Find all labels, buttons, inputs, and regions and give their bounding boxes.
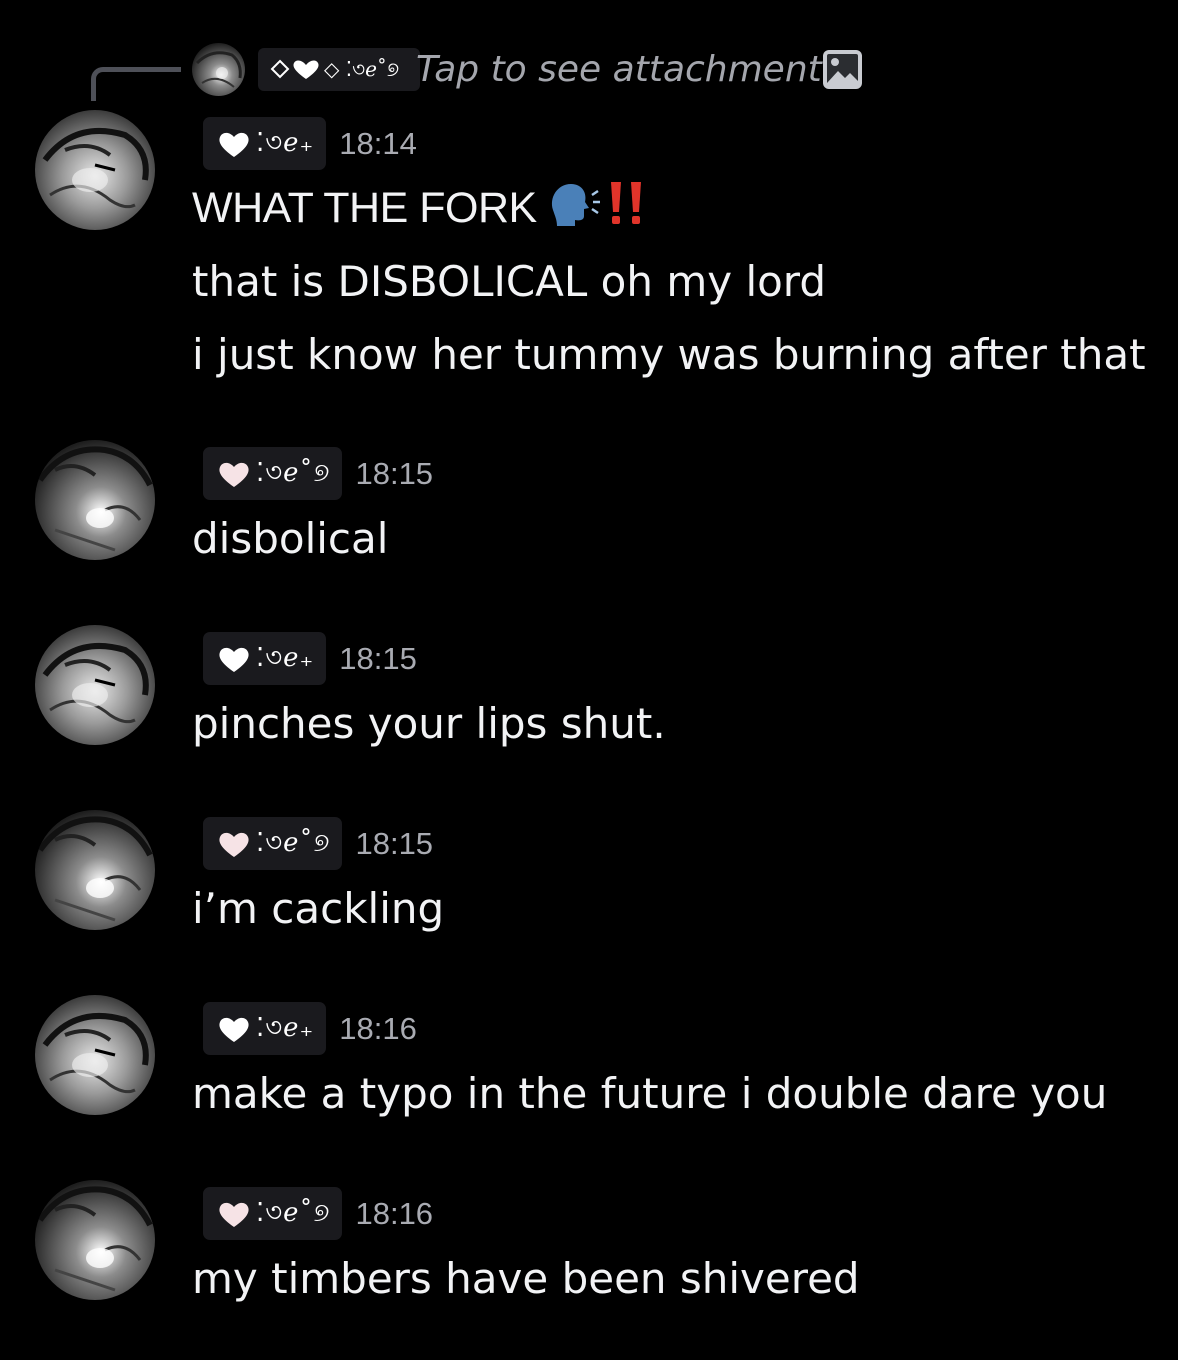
- heart-icon: [219, 832, 249, 857]
- timestamp[interactable]: 18:16: [355, 1196, 433, 1232]
- image-icon: [822, 49, 863, 90]
- heart-icon: [219, 647, 249, 672]
- message-line: WHAT THE FORK: [192, 172, 1138, 245]
- timestamp[interactable]: 18:15: [355, 826, 433, 862]
- speaking-head-icon: [551, 184, 600, 226]
- message-content: my timbers have been shivered: [192, 1242, 1138, 1315]
- heart-icon: [219, 1017, 249, 1042]
- username[interactable]: ⁚৩ℯ₊: [203, 117, 327, 170]
- username-text: ⁚৩ℯ₊: [256, 127, 315, 158]
- message-line: pinches your lips shut.: [192, 699, 666, 748]
- username[interactable]: ⁚৩ℯ˚୭: [203, 817, 343, 870]
- message-header: ⁚৩ℯ₊ 18:16: [203, 1002, 417, 1055]
- username-text: ⁚৩ℯ₊: [256, 1012, 315, 1043]
- message-content: make a typo in the future i double dare …: [192, 1057, 1138, 1130]
- message-content: disbolical: [192, 502, 1138, 575]
- username-text: ⁚৩ℯ˚୭: [256, 1197, 331, 1228]
- message-line: i’m cackling: [192, 884, 445, 933]
- timestamp[interactable]: 18:15: [339, 641, 417, 677]
- username-text: ⁚৩ℯ₊: [256, 642, 315, 673]
- message-content: pinches your lips shut.: [192, 687, 1138, 760]
- reply-connector: [91, 67, 181, 101]
- username[interactable]: ⁚৩ℯ˚୭: [203, 447, 343, 500]
- double-exclamation-icon: [610, 182, 641, 224]
- svg-text:◇ ⁚৩ℯ˚୭: ◇ ⁚৩ℯ˚୭: [324, 57, 399, 81]
- message-header: ⁚৩ℯ˚୭ 18:16: [203, 1187, 433, 1240]
- heart-icon: [219, 462, 249, 487]
- reply-reference[interactable]: ◇ ⁚৩ℯ˚୭ Tap to see attachment: [0, 40, 1178, 102]
- username-text: ⁚৩ℯ˚୭: [256, 827, 331, 858]
- avatar[interactable]: [35, 1180, 155, 1300]
- timestamp[interactable]: 18:14: [339, 126, 417, 162]
- message-header: ⁚৩ℯ₊ 18:14: [203, 117, 417, 170]
- message-line: i just know her tummy was burning after …: [192, 330, 1146, 379]
- reply-preview-text[interactable]: Tap to see attachment: [416, 46, 822, 94]
- message-line-text: WHAT THE FORK: [192, 184, 537, 232]
- avatar[interactable]: [35, 440, 155, 560]
- username[interactable]: ⁚৩ℯ₊: [203, 1002, 327, 1055]
- heart-icon: [219, 1202, 249, 1227]
- message-content: WHAT THE FORK that is DISBOLICAL oh my l…: [192, 172, 1146, 391]
- username-text: ⁚৩ℯ˚୭: [256, 457, 331, 488]
- reply-name-decoration-icon: ◇ ⁚৩ℯ˚୭: [270, 57, 399, 81]
- message-header: ⁚৩ℯ₊ 18:15: [203, 632, 417, 685]
- timestamp[interactable]: 18:16: [339, 1011, 417, 1047]
- username[interactable]: ⁚৩ℯ˚୭: [203, 1187, 343, 1240]
- avatar[interactable]: [35, 625, 155, 745]
- message-header: ⁚৩ℯ˚୭ 18:15: [203, 447, 433, 500]
- message-content: i’m cackling: [192, 872, 1138, 945]
- avatar[interactable]: [35, 110, 155, 230]
- username[interactable]: ⁚৩ℯ₊: [203, 632, 327, 685]
- message-line: that is DISBOLICAL oh my lord: [192, 257, 826, 306]
- message-line: make a typo in the future i double dare …: [192, 1069, 1108, 1118]
- timestamp[interactable]: 18:15: [355, 456, 433, 492]
- message-line: disbolical: [192, 514, 389, 563]
- avatar[interactable]: [35, 810, 155, 930]
- message-header: ⁚৩ℯ˚୭ 18:15: [203, 817, 433, 870]
- heart-icon: [219, 132, 249, 157]
- avatar[interactable]: [35, 995, 155, 1115]
- reply-username[interactable]: ◇ ⁚৩ℯ˚୭: [258, 48, 420, 91]
- reply-avatar[interactable]: [192, 43, 245, 96]
- message-line: my timbers have been shivered: [192, 1254, 860, 1303]
